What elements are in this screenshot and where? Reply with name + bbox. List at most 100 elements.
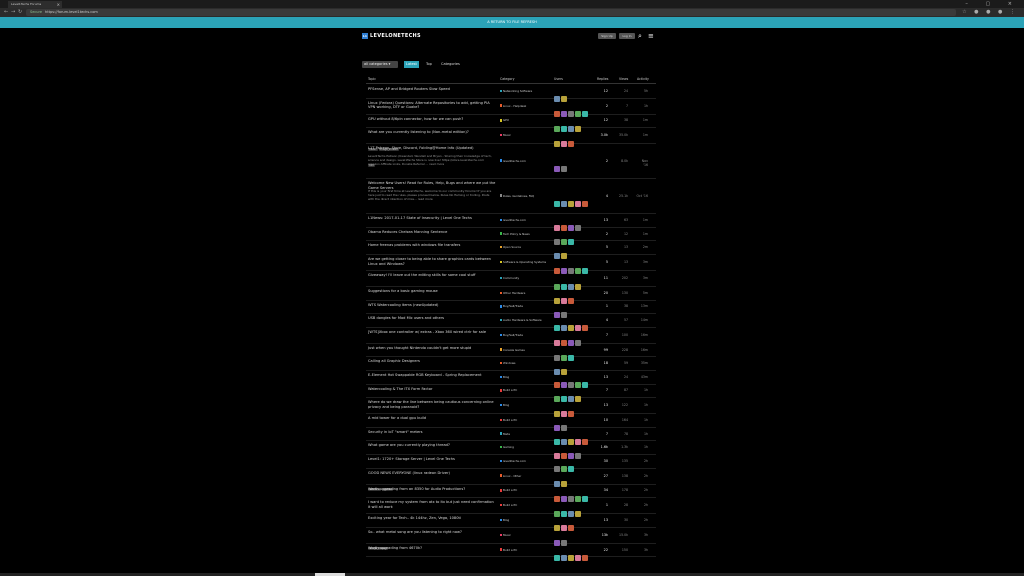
table-row[interactable]: Level1: 1720+ Storage Server | Level One… bbox=[366, 454, 656, 473]
topic-title-link[interactable]: USB dongles for Mod Mic users and others bbox=[368, 316, 496, 321]
category-badge[interactable]: Build a PC bbox=[500, 503, 517, 507]
close-icon[interactable]: × bbox=[57, 1, 60, 8]
table-row[interactable]: So.. what metal song are you listening t… bbox=[366, 527, 656, 551]
search-icon[interactable]: ⌕ bbox=[638, 31, 642, 41]
col-replies[interactable]: Replies bbox=[597, 77, 608, 81]
category-badge[interactable]: Windows bbox=[500, 361, 516, 365]
activity-time[interactable]: 35m bbox=[636, 361, 648, 365]
activity-time[interactable]: 3h bbox=[636, 548, 648, 552]
category-badge[interactable]: Rules, Guidelines, FAQ bbox=[500, 194, 534, 198]
table-row[interactable]: Exciting year for Tech.. 4k 144hz, Zen, … bbox=[366, 513, 656, 532]
category-badge[interactable]: Console Games bbox=[500, 348, 525, 352]
activity-time[interactable]: 2h bbox=[636, 459, 648, 463]
activity-time[interactable]: 2h bbox=[636, 488, 648, 492]
table-row[interactable]: E-Element Hot Swappable RGB Keyboard - S… bbox=[366, 370, 656, 389]
table-row[interactable]: PFSense, AP and Bridged Routers Slow Spe… bbox=[366, 84, 656, 103]
category-badge[interactable]: Build a PC bbox=[500, 418, 517, 422]
category-badge[interactable]: GPU bbox=[500, 118, 509, 122]
table-row[interactable]: Suggestions for a basic gaming mouse Othe… bbox=[366, 286, 656, 305]
avatar[interactable] bbox=[575, 201, 581, 208]
table-row[interactable]: A mid tower for a dual gpu build Build a … bbox=[366, 413, 656, 432]
category-badge[interactable]: Audio Hardware & Software bbox=[500, 318, 542, 322]
topic-title-link[interactable]: A mid tower for a dual gpu build bbox=[368, 416, 496, 421]
reload-icon[interactable]: ↻ bbox=[18, 8, 22, 17]
table-row[interactable]: Where do we draw the line between being … bbox=[366, 397, 656, 417]
topic-title-link[interactable]: Obama Reduces Chelsea Manning Sentence bbox=[368, 230, 496, 235]
browser-tab[interactable]: Level1Techs Forums × bbox=[8, 1, 62, 8]
back-icon[interactable]: ← bbox=[4, 8, 8, 17]
avatar[interactable] bbox=[575, 555, 581, 562]
topic-title-link[interactable]: Are we getting closer to being able to s… bbox=[368, 257, 496, 266]
table-row[interactable]: Worth upgrading from an 8350 for Audio P… bbox=[366, 484, 656, 502]
category-badge[interactable]: Buy/Sell/Trade bbox=[500, 304, 523, 308]
category-badge[interactable]: Tech Policy & News bbox=[500, 232, 530, 236]
category-badge[interactable]: Other Hardware bbox=[500, 291, 525, 295]
table-row[interactable]: Linux (Fedora) Questions: Alternate Repo… bbox=[366, 98, 656, 118]
topic-title-link[interactable]: I want to reduce my system from atx to i… bbox=[368, 500, 496, 509]
topic-title-link[interactable]: WTS Watercooling items (newUpdated) bbox=[368, 303, 496, 308]
table-row[interactable]: WTS Watercooling items (newUpdated) Buy/S… bbox=[366, 300, 656, 318]
topic-title-link[interactable]: Level1: 1720+ Storage Server | Level One… bbox=[368, 457, 496, 462]
logo-icon[interactable]: L1 bbox=[362, 33, 368, 39]
activity-time[interactable]: 1h bbox=[636, 445, 648, 449]
activity-time[interactable]: 5m bbox=[636, 291, 648, 295]
category-badge[interactable]: Meta bbox=[500, 432, 510, 436]
category-badge[interactable]: Gaming bbox=[500, 445, 514, 449]
col-activity[interactable]: Activity bbox=[637, 77, 649, 81]
category-badge[interactable]: level1techs.com bbox=[500, 159, 526, 163]
activity-time[interactable]: 2h bbox=[636, 503, 648, 507]
activity-time[interactable]: 16m bbox=[636, 333, 648, 337]
topic-title-link[interactable]: Calling all Graphic Designers bbox=[368, 359, 496, 364]
activity-time[interactable]: 1m bbox=[636, 232, 648, 236]
category-badge[interactable]: Blog bbox=[500, 403, 509, 407]
table-row[interactable]: What are you currently listening to (Non… bbox=[366, 127, 656, 151]
hamburger-menu-icon[interactable]: ≡ bbox=[648, 31, 654, 41]
table-row[interactable]: Just when you thought Nintendo couldn't … bbox=[366, 343, 656, 362]
table-row[interactable]: Obama Reduces Chelsea Manning Sentence Te… bbox=[366, 227, 656, 246]
window-controls[interactable]: – ▢ × bbox=[965, 0, 1020, 8]
category-badge[interactable]: Linux - Helpdesk bbox=[500, 104, 526, 108]
activity-time[interactable]: 16m bbox=[636, 348, 648, 352]
table-row[interactable]: Welcome New Users! Read for Rules, Help,… bbox=[366, 178, 656, 215]
activity-time[interactable]: 1h bbox=[636, 432, 648, 436]
table-row[interactable]: GPU without 8/6pin connector, how far we… bbox=[366, 114, 656, 132]
activity-time[interactable]: Nov '16 bbox=[636, 159, 648, 167]
tab-top[interactable]: Top bbox=[424, 61, 434, 68]
topic-title-link[interactable]: GPU without 8/6pin connector, how far we… bbox=[368, 117, 496, 122]
topic-title-link[interactable]: Worth upgrading from an 8350 for Audio P… bbox=[368, 487, 496, 492]
extension-icons[interactable]: ☆ ● ● ● ⋮ bbox=[962, 8, 1018, 17]
activity-time[interactable]: 1h bbox=[636, 418, 648, 422]
logo-text[interactable]: LEVELONETECHS bbox=[370, 32, 421, 40]
activity-time[interactable]: 1h bbox=[636, 388, 648, 392]
topic-title-link[interactable]: Watercooling & The ITX Form Factor bbox=[368, 387, 496, 392]
activity-time[interactable]: 1m bbox=[636, 118, 648, 122]
category-badge[interactable]: Music bbox=[500, 533, 511, 537]
avatar[interactable] bbox=[582, 555, 588, 562]
activity-time[interactable]: 5h bbox=[636, 89, 648, 93]
topic-title-link[interactable]: L1News: 2017-01-17 State of Insecurity |… bbox=[368, 216, 496, 221]
topic-title-link[interactable]: E-Element Hot Swappable RGB Keyboard - S… bbox=[368, 373, 496, 378]
topic-title-link[interactable]: What game are you currently playing thre… bbox=[368, 443, 496, 448]
table-row[interactable]: Are we getting closer to being able to s… bbox=[366, 254, 656, 274]
activity-time[interactable]: 1m bbox=[636, 133, 648, 137]
col-category[interactable]: Category bbox=[500, 77, 515, 81]
topic-title-link[interactable]: Giveaway! I'll leave out the editing ski… bbox=[368, 273, 496, 278]
category-badge[interactable]: level1techs.com bbox=[500, 218, 526, 222]
signup-button[interactable]: Sign Up bbox=[598, 33, 616, 39]
table-row[interactable]: Home freenas problems with windows file … bbox=[366, 240, 656, 259]
url-input[interactable]: Secure https://forum.level1techs.com bbox=[26, 9, 956, 16]
activity-time[interactable]: 3h bbox=[636, 533, 648, 537]
activity-time[interactable]: 3m bbox=[636, 276, 648, 280]
category-badge[interactable]: Build a PC bbox=[500, 388, 517, 392]
activity-time[interactable]: 1h bbox=[636, 104, 648, 108]
topic-title-link[interactable]: Suggestions for a basic gaming mouse bbox=[368, 289, 496, 294]
table-row[interactable]: GOOD NEWS EVERYONE (linux radeon Driver)… bbox=[366, 468, 656, 492]
avatar[interactable] bbox=[561, 166, 567, 173]
category-badge[interactable]: Networking Software bbox=[500, 89, 532, 93]
avatar[interactable] bbox=[554, 201, 560, 208]
avatar[interactable] bbox=[561, 555, 567, 562]
activity-time[interactable]: 14m bbox=[636, 318, 648, 322]
topic-title-link[interactable]: Worth upgrading from 4670k? bbox=[368, 546, 496, 551]
avatar[interactable] bbox=[582, 201, 588, 208]
tab-latest[interactable]: Latest bbox=[404, 61, 419, 68]
